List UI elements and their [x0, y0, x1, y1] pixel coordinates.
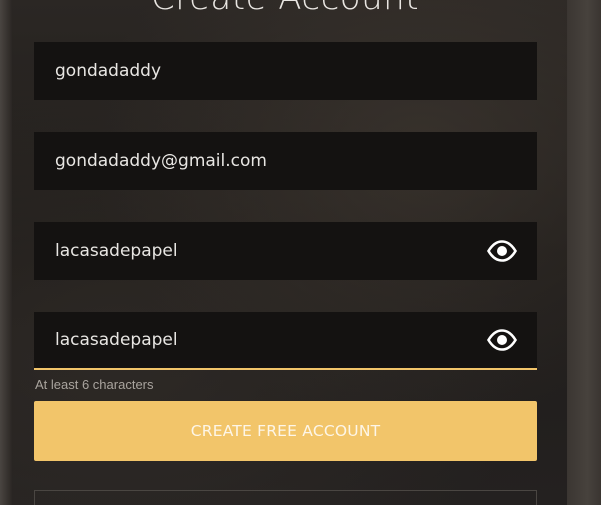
create-free-account-button[interactable]: CREATE FREE ACCOUNT: [34, 401, 537, 461]
confirm-password-input[interactable]: [34, 312, 474, 368]
eye-icon[interactable]: [487, 240, 517, 262]
username-field-container: [34, 42, 537, 100]
email-field-container: [34, 132, 537, 190]
username-input[interactable]: [34, 42, 474, 100]
create-account-page: Create Account At least 6 characters CRE…: [0, 0, 601, 505]
background-left-edge: [0, 0, 12, 505]
eye-icon[interactable]: [487, 329, 517, 351]
confirm-password-field-container: [34, 312, 537, 370]
background-right-panel: [567, 0, 601, 505]
password-input[interactable]: [34, 222, 474, 280]
password-hint: At least 6 characters: [35, 377, 154, 392]
secondary-option-box[interactable]: [34, 490, 537, 505]
password-field-container: [34, 222, 537, 280]
email-input[interactable]: [34, 132, 474, 190]
page-title: Create Account: [0, 0, 570, 18]
